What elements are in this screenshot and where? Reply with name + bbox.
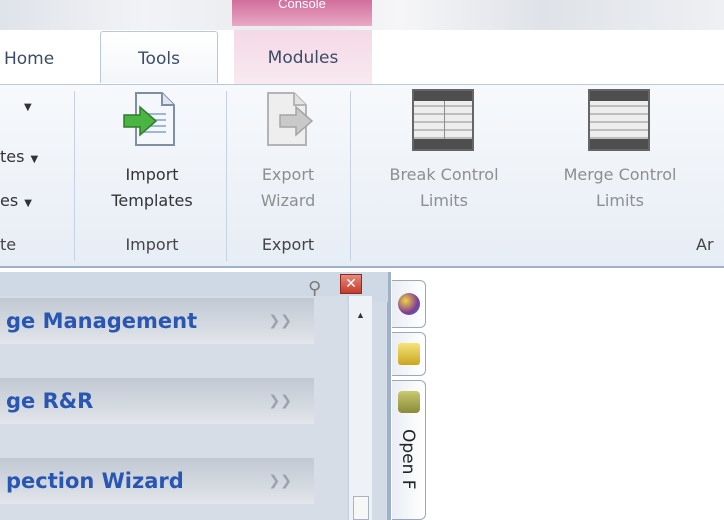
export-wizard-label-2: Wizard: [260, 191, 316, 210]
group-separator: [74, 91, 75, 261]
navigation-panel: ⚲ ✕ ge Management ❯❯ ge R&R ❯❯ pection W…: [0, 272, 388, 520]
ribbon: ▼ tes ▼ es ▼ te Import Templates Import Ex…: [0, 84, 724, 268]
dropdown-arrow-icon: ▼: [24, 102, 32, 113]
scroll-up-arrow-icon[interactable]: ▲: [356, 310, 365, 320]
context-tab-header: Console: [232, 0, 372, 26]
export-wizard-label-1: Export: [261, 165, 315, 184]
close-panel-button[interactable]: ✕: [340, 274, 362, 294]
nav-list: ge Management ❯❯ ge R&R ❯❯ pection Wizar…: [0, 296, 346, 520]
group-label-export: Export: [261, 235, 315, 254]
folder-icon: [398, 343, 420, 365]
break-control-limits-label-2: Limits: [420, 191, 468, 210]
scroll-thumb[interactable]: [353, 496, 369, 520]
side-tab-2[interactable]: [392, 332, 426, 376]
nav-item-inspection-wizard[interactable]: pection Wizard ❯❯: [0, 458, 314, 504]
close-icon: ✕: [345, 275, 357, 291]
break-control-limits-label-1: Break Control: [389, 165, 499, 184]
nav-item-label: ge Management: [6, 309, 198, 333]
nav-item-gage-management[interactable]: ge Management ❯❯: [0, 298, 314, 344]
tab-home[interactable]: Home: [0, 44, 82, 74]
open-file-icon: [398, 391, 420, 413]
grid-icon: [412, 89, 474, 151]
import-templates-label-2: Templates: [111, 191, 193, 210]
import-templates-button[interactable]: Import Templates: [82, 87, 222, 227]
group-label-import: Import: [125, 235, 179, 254]
side-tab-open[interactable]: Open F: [392, 380, 426, 520]
palette-icon: [398, 293, 420, 315]
ribbon-partial-item-2[interactable]: tes ▼: [0, 147, 38, 166]
import-templates-icon: [123, 92, 175, 146]
export-wizard-button[interactable]: Export Wizard: [232, 87, 344, 227]
side-tab-open-label: Open F: [398, 429, 418, 490]
side-tab-1[interactable]: [392, 280, 426, 328]
expand-chevron-icon[interactable]: ❯❯: [269, 378, 292, 424]
merge-control-limits-label-2: Limits: [596, 191, 644, 210]
merge-control-limits-button[interactable]: Merge Control Limits: [536, 87, 704, 227]
ribbon-partial-group-label: te: [0, 235, 17, 254]
side-tab-strip: Open F: [388, 272, 434, 520]
merge-control-limits-label-1: Merge Control: [563, 165, 677, 184]
nav-item-label: pection Wizard: [6, 469, 184, 493]
context-tab-header-label: Console: [278, 0, 326, 11]
group-label-partial: Ar: [696, 235, 714, 254]
expand-chevron-icon[interactable]: ❯❯: [269, 458, 292, 504]
ribbon-partial-item-1[interactable]: ▼: [0, 95, 32, 114]
dropdown-arrow-icon: ▼: [24, 198, 32, 209]
side-divider: [388, 272, 391, 520]
break-control-limits-button[interactable]: Break Control Limits: [360, 87, 528, 227]
nav-item-gage-rr[interactable]: ge R&R ❯❯: [0, 378, 314, 424]
nav-item-label: ge R&R: [6, 389, 94, 413]
nav-scrollbar[interactable]: ▲: [348, 296, 372, 520]
export-wizard-icon: [267, 92, 314, 146]
import-templates-label-1: Import: [125, 165, 179, 184]
group-separator: [350, 91, 351, 261]
dropdown-arrow-icon: ▼: [30, 154, 39, 165]
group-separator: [226, 91, 227, 261]
tab-tools[interactable]: Tools: [100, 31, 218, 83]
expand-chevron-icon[interactable]: ❯❯: [269, 298, 292, 344]
ribbon-partial-item-3[interactable]: es ▼: [0, 191, 32, 210]
grid-icon: [588, 89, 650, 151]
ribbon-tabs: Home Modules Tools: [0, 30, 724, 84]
tab-modules[interactable]: Modules: [234, 30, 372, 84]
